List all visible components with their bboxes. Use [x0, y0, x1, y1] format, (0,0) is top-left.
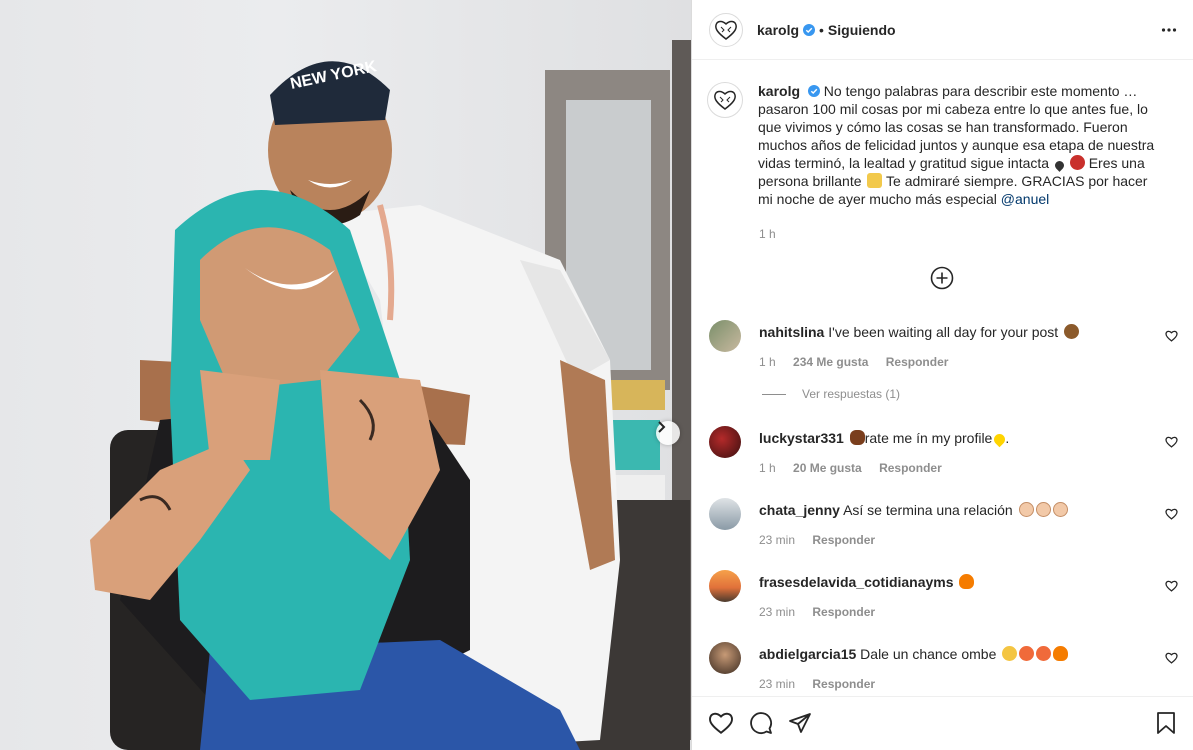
view-replies-button[interactable]: Ver respuestas (1) [762, 387, 900, 401]
next-photo-button[interactable] [656, 421, 680, 445]
reply-button[interactable]: Responder [812, 605, 875, 619]
post-action-bar [692, 696, 1193, 750]
comment-body: Así se termina una relación [843, 502, 1013, 518]
comment-text: frasesdelavida_cotidianayms [759, 573, 1149, 591]
heart-eyes-emoji-icon [1019, 646, 1035, 661]
comment-time: 23 min [759, 605, 796, 619]
comment-avatar[interactable] [709, 498, 741, 530]
comment-username[interactable]: chata_jenny [759, 502, 840, 518]
reply-button[interactable]: Responder [812, 677, 875, 691]
caption-username[interactable]: karolg [758, 83, 800, 99]
post-panel: karolg • Siguiendo karolg No tengo palab… [692, 0, 1193, 750]
verified-badge-icon [803, 23, 816, 36]
more-options-icon[interactable] [1161, 22, 1177, 38]
monkey-emoji-icon [1064, 324, 1080, 339]
comment-time: 1 h [759, 355, 776, 369]
comment-body: Dale un chance ombe [860, 646, 997, 662]
comment-time: 23 min [759, 533, 796, 547]
comment-text: abdielgarcia15 Dale un chance ombe [759, 645, 1149, 663]
comment-text: luckystar331 rate me ín my profile. [759, 429, 1149, 448]
photo-illustration: NEW YORK [90, 40, 691, 750]
heart-outline-icon[interactable] [708, 711, 734, 735]
heart-outline-icon[interactable] [1165, 508, 1178, 520]
comment-avatar[interactable] [709, 642, 741, 674]
fire-emoji-icon [1053, 646, 1069, 661]
comment-likes[interactable]: 234 Me gusta [793, 355, 868, 369]
sparkles-emoji-icon [867, 173, 883, 188]
comment-time: 1 h [759, 461, 776, 475]
football-emoji-icon [849, 430, 865, 445]
comment-username[interactable]: frasesdelavida_cotidianayms [759, 574, 954, 590]
heart-logo-icon [715, 20, 737, 40]
comment-body: I've been waiting all day for your post [828, 324, 1059, 340]
replies-divider [762, 393, 786, 395]
comment-body: rate me ín my profile [864, 430, 993, 446]
heart-outline-icon[interactable] [1165, 580, 1178, 592]
comment-meta: 23 min Responder [759, 605, 889, 619]
caption-mention-link[interactable]: @anuel [1001, 191, 1049, 207]
reply-button[interactable]: Responder [812, 533, 875, 547]
reply-button[interactable]: Responder [886, 355, 949, 369]
caption-text: karolg No tengo palabras para describir … [758, 82, 1158, 208]
comment-meta: 1 h 20 Me gusta Responder [759, 461, 956, 475]
caption-timestamp: 1 h [759, 227, 776, 241]
comment-bubble-icon[interactable] [749, 711, 773, 735]
heart-logo-icon [714, 90, 736, 110]
view-replies-label: Ver respuestas (1) [802, 387, 901, 401]
rose-emoji-icon [1069, 155, 1085, 170]
comment-avatar[interactable] [709, 426, 741, 458]
separator-dot: • [819, 21, 824, 38]
comment-text: chata_jenny Así se termina una relación [759, 501, 1149, 519]
clapping-hands-emoji-icon [1018, 502, 1034, 517]
verified-badge-icon [807, 85, 820, 97]
fire-emoji-icon [959, 574, 975, 589]
heart-outline-icon[interactable] [1165, 330, 1178, 342]
black-heart-emoji-icon [1053, 159, 1066, 172]
comment-meta: 23 min Responder [759, 533, 889, 547]
comment-body-end: . [1005, 430, 1010, 446]
comment-avatar[interactable] [709, 320, 741, 352]
bookmark-icon[interactable] [1155, 711, 1177, 735]
follow-button[interactable]: Siguiendo [828, 22, 896, 38]
heart-outline-icon[interactable] [1165, 652, 1178, 664]
sad-face-emoji-icon [1002, 646, 1018, 661]
chevron-right-icon [658, 421, 666, 433]
heart-outline-icon[interactable] [1165, 436, 1178, 448]
comment-meta: 1 h 234 Me gusta Responder [759, 355, 962, 369]
avatar[interactable] [709, 12, 743, 47]
heart-eyes-emoji-icon [1036, 646, 1052, 661]
post-header: karolg • Siguiendo [692, 0, 1193, 60]
paper-plane-icon[interactable] [788, 711, 812, 735]
comment-text: nahitslina I've been waiting all day for… [759, 323, 1149, 341]
clapping-hands-emoji-icon [1052, 502, 1068, 517]
comment-meta: 23 min Responder [759, 677, 889, 691]
comment-likes[interactable]: 20 Me gusta [793, 461, 862, 475]
post-caption: karolg No tengo palabras para describir … [707, 82, 1172, 208]
caption-avatar[interactable] [707, 82, 743, 118]
comment-avatar[interactable] [709, 570, 741, 602]
clapping-hands-emoji-icon [1035, 502, 1051, 517]
comment-username[interactable]: luckystar331 [759, 430, 844, 446]
post-username[interactable]: karolg [757, 22, 799, 38]
comment-username[interactable]: nahitslina [759, 324, 824, 340]
comment-time: 23 min [759, 677, 796, 691]
plus-circle-icon[interactable] [930, 266, 954, 290]
comment-username[interactable]: abdielgarcia15 [759, 646, 856, 662]
reply-button[interactable]: Responder [879, 461, 942, 475]
post-photo: NEW YORK [0, 0, 692, 750]
